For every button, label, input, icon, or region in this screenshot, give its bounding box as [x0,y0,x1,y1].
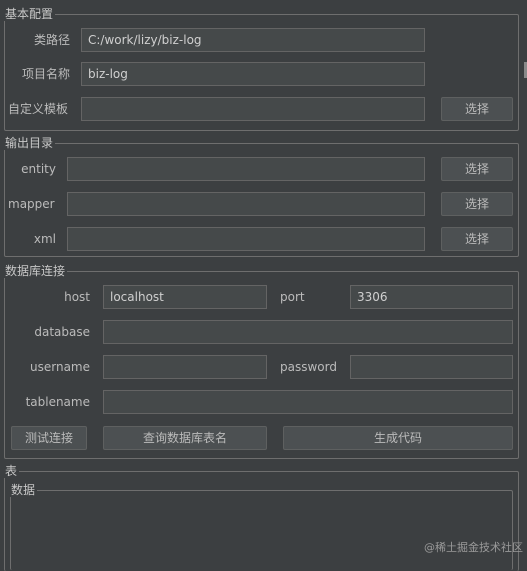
db-connection-title: 数据库连接 [3,264,67,278]
password-input[interactable] [350,355,513,379]
custom-template-label: 自定义模板 [8,98,68,120]
tablename-label: tablename [14,391,90,413]
password-label: password [280,356,337,378]
mapper-input[interactable] [67,192,425,216]
watermark: @稀土掘金技术社区 [424,539,523,555]
xml-input[interactable] [67,227,425,251]
mapper-select-button[interactable]: 选择 [441,192,513,216]
mapper-label: mapper [8,193,55,215]
username-label: username [14,356,90,378]
host-label: host [20,286,90,308]
project-name-label: 项目名称 [4,63,70,85]
output-dir-title: 输出目录 [3,136,55,150]
table-title: 表 [3,464,19,478]
username-input[interactable] [103,355,267,379]
basic-config-title: 基本配置 [3,7,55,21]
generate-code-button[interactable]: 生成代码 [283,426,513,450]
entity-label: entity [4,158,56,180]
query-table-names-button[interactable]: 查询数据库表名 [103,426,267,450]
database-label: database [14,321,90,343]
entity-select-button[interactable]: 选择 [441,157,513,181]
database-input[interactable] [103,320,513,344]
custom-template-select-button[interactable]: 选择 [441,97,513,121]
custom-template-input[interactable] [81,97,425,121]
data-group[interactable]: 数据 [10,490,513,570]
xml-label: xml [4,228,56,250]
port-label: port [280,286,305,308]
tablename-input[interactable] [103,390,513,414]
xml-select-button[interactable]: 选择 [441,227,513,251]
test-connection-button[interactable]: 测试连接 [11,426,87,450]
port-input[interactable]: 3306 [350,285,513,309]
host-input[interactable]: localhost [103,285,267,309]
data-title: 数据 [9,483,37,497]
project-name-input[interactable]: biz-log [81,62,425,86]
classpath-input[interactable]: C:/work/lizy/biz-log [81,28,425,52]
classpath-label: 类路径 [14,29,70,51]
entity-input[interactable] [67,157,425,181]
